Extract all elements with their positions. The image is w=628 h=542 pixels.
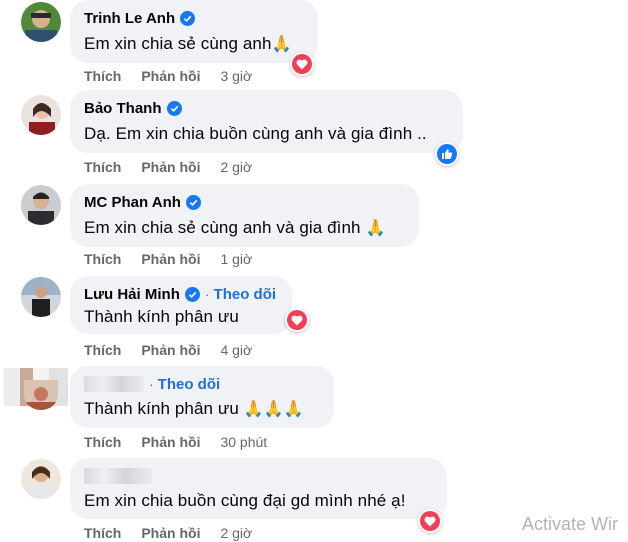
commenter-name[interactable]: Bảo Thanh [84,100,162,117]
comment-bubble: Bảo Thanh Dạ. Em xin chia buồn cùng anh … [70,90,463,153]
heart-icon [291,315,303,325]
commenter-name[interactable]: Trinh Le Anh [84,10,175,27]
timestamp[interactable]: 30 phút [220,434,267,450]
timestamp[interactable]: 2 giờ [220,525,252,541]
like-icon [442,149,453,159]
avatar[interactable] [21,2,61,42]
reply-link[interactable]: Phản hồi [141,434,200,450]
comment-bubble: MC Phan Anh Em xin chia sẻ cùng anh và g… [70,184,419,247]
verified-badge-icon [185,194,201,210]
comment-text: Em xin chia sẻ cùng anh [84,34,272,53]
separator-dot: · [204,286,210,302]
verified-badge-icon [166,100,182,116]
comment-actions: Thích Phản hồi 2 giờ [84,158,252,176]
follow-link[interactable]: Theo dõi [158,376,221,393]
reply-link[interactable]: Phản hồi [141,525,200,541]
reply-link[interactable]: Phản hồi [141,68,200,84]
comment-text: Thành kính phân ưu [84,399,244,418]
comment-bubble: Trinh Le Anh Em xin chia sẻ cùng anh🙏 [70,0,318,63]
heart-icon [296,59,308,69]
comment-text: Thành kính phân ưu [84,307,239,326]
verified-badge-icon [180,10,196,26]
blurred-name [84,468,152,484]
reaction-badge[interactable] [435,142,459,166]
timestamp[interactable]: 2 giờ [220,159,252,175]
reaction-badge[interactable] [290,52,314,76]
blurred-name [84,376,144,392]
verified-badge-icon [184,286,200,302]
reaction-badge[interactable] [285,308,309,332]
like-link[interactable]: Thích [84,434,121,450]
avatar[interactable] [21,459,61,499]
avatar[interactable] [21,277,61,317]
follow-link[interactable]: Theo dõi [214,286,277,303]
reaction-badge[interactable] [418,509,442,533]
comment-actions: Thích Phản hồi 30 phút [84,433,267,451]
like-link[interactable]: Thích [84,159,121,175]
comment-actions: Thích Phản hồi 4 giờ [84,341,252,359]
commenter-name[interactable]: Lưu Hải Minh [84,286,180,303]
comment-actions: Thích Phản hồi 1 giờ [84,250,252,268]
reply-link[interactable]: Phản hồi [141,251,200,267]
pray-emoji: 🙏 [271,36,292,53]
comment-bubble: Lưu Hải Minh · Theo dõi Thành kính phân … [70,276,292,334]
separator-dot: · [149,376,154,392]
pray-emoji: 🙏🙏🙏 [243,401,304,418]
timestamp[interactable]: 3 giờ [220,68,252,84]
like-link[interactable]: Thích [84,251,121,267]
like-link[interactable]: Thích [84,68,121,84]
avatar[interactable] [21,95,61,135]
timestamp[interactable]: 4 giờ [220,342,252,358]
heart-icon [424,516,436,526]
comment-bubble: Em xin chia buồn cùng đại gd mình nhé ạ! [70,458,447,519]
avatar[interactable] [21,185,61,225]
comment-actions: Thích Phản hồi 2 giờ [84,524,252,542]
reply-link[interactable]: Phản hồi [141,159,200,175]
comment-text: Em xin chia buồn cùng đại gd mình nhé ạ! [84,491,406,510]
timestamp[interactable]: 1 giờ [220,251,252,267]
comment-actions: Thích Phản hồi 3 giờ [84,67,252,85]
like-link[interactable]: Thích [84,525,121,541]
pray-emoji: 🙏 [365,220,386,237]
comment-text: Em xin chia sẻ cùng anh và gia đình [84,218,366,237]
comment-text: Dạ. Em xin chia buồn cùng anh và gia đìn… [84,124,427,143]
commenter-name[interactable]: MC Phan Anh [84,194,181,211]
like-link[interactable]: Thích [84,342,121,358]
avatar[interactable] [24,380,58,410]
activate-windows-watermark: Activate Wir [522,514,619,534]
comment-bubble: · Theo dõi Thành kính phân ưu 🙏🙏🙏 [70,366,334,428]
reply-link[interactable]: Phản hồi [141,342,200,358]
